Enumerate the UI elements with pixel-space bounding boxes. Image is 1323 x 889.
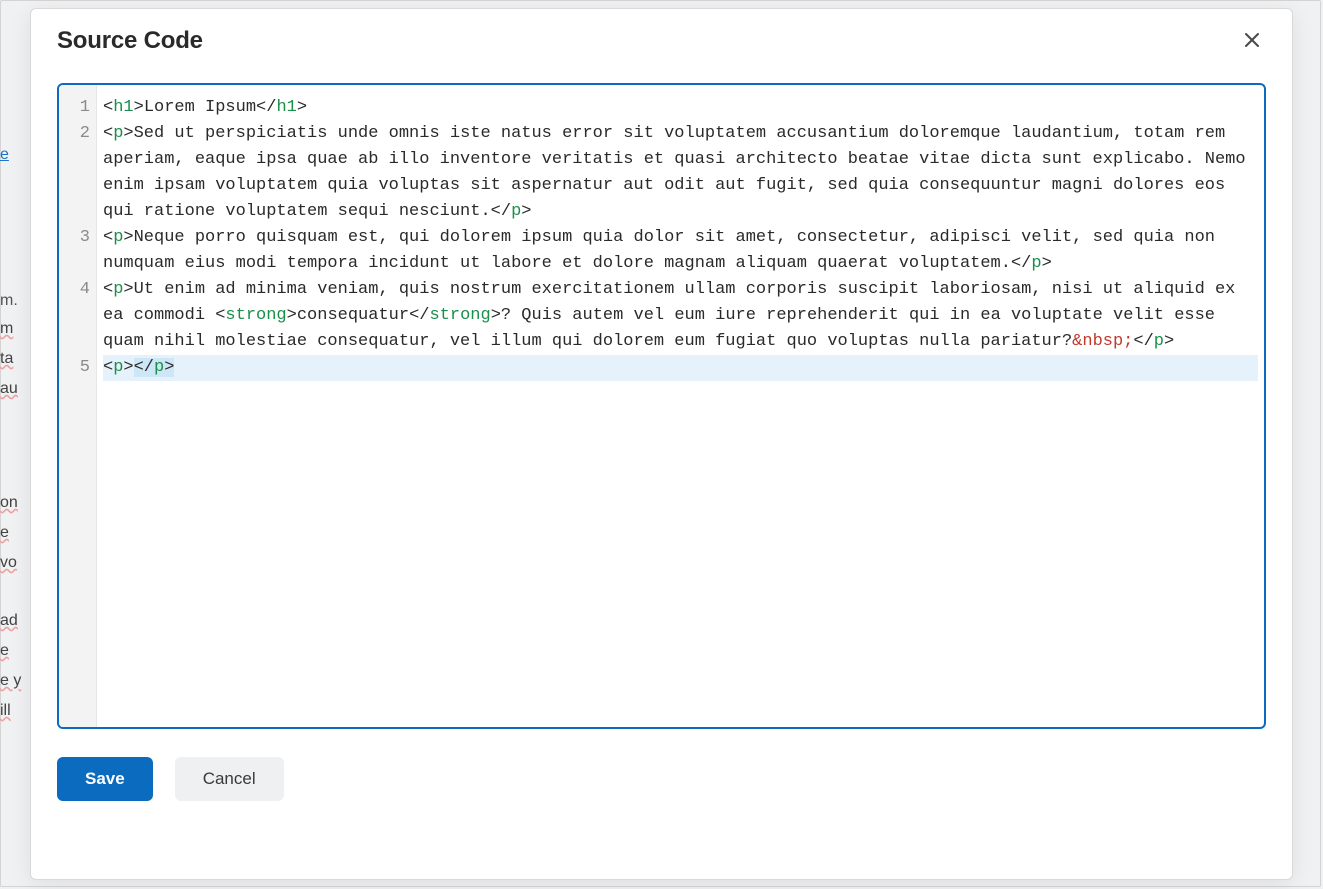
line-number bbox=[59, 147, 90, 173]
code-line: <h1>Lorem Ipsum</h1> bbox=[103, 95, 1258, 121]
line-number: 1 bbox=[59, 95, 90, 121]
line-number bbox=[59, 329, 90, 355]
line-number bbox=[59, 173, 90, 199]
code-editor[interactable]: 12 3 4 5 <h1>Lorem Ipsum</h1><p>Sed ut pers… bbox=[57, 83, 1266, 729]
code-line: <p></p> bbox=[103, 355, 1258, 381]
line-number bbox=[59, 199, 90, 225]
line-number-gutter: 12 3 4 5 bbox=[59, 85, 97, 727]
line-number: 4 bbox=[59, 277, 90, 303]
dialog-title: Source Code bbox=[57, 27, 203, 55]
line-number: 3 bbox=[59, 225, 90, 251]
code-line: <p>Sed ut perspiciatis unde omnis iste n… bbox=[103, 121, 1258, 225]
close-button[interactable] bbox=[1238, 27, 1266, 55]
save-button[interactable]: Save bbox=[57, 757, 153, 801]
line-number bbox=[59, 303, 90, 329]
code-textarea[interactable]: <h1>Lorem Ipsum</h1><p>Sed ut perspiciat… bbox=[97, 85, 1264, 727]
cancel-button[interactable]: Cancel bbox=[175, 757, 284, 801]
line-number: 5 bbox=[59, 355, 90, 381]
source-code-dialog: Source Code 12345 <h1>Lorem Ipsum</h1><p… bbox=[30, 8, 1293, 880]
code-line: <p>Neque porro quisquam est, qui dolorem… bbox=[103, 225, 1258, 277]
dialog-header: Source Code bbox=[31, 9, 1292, 65]
line-number bbox=[59, 251, 90, 277]
line-number: 2 bbox=[59, 121, 90, 147]
close-icon bbox=[1244, 32, 1260, 51]
dialog-footer: Save Cancel bbox=[31, 729, 1292, 827]
code-line: <p>Ut enim ad minima veniam, quis nostru… bbox=[103, 277, 1258, 355]
